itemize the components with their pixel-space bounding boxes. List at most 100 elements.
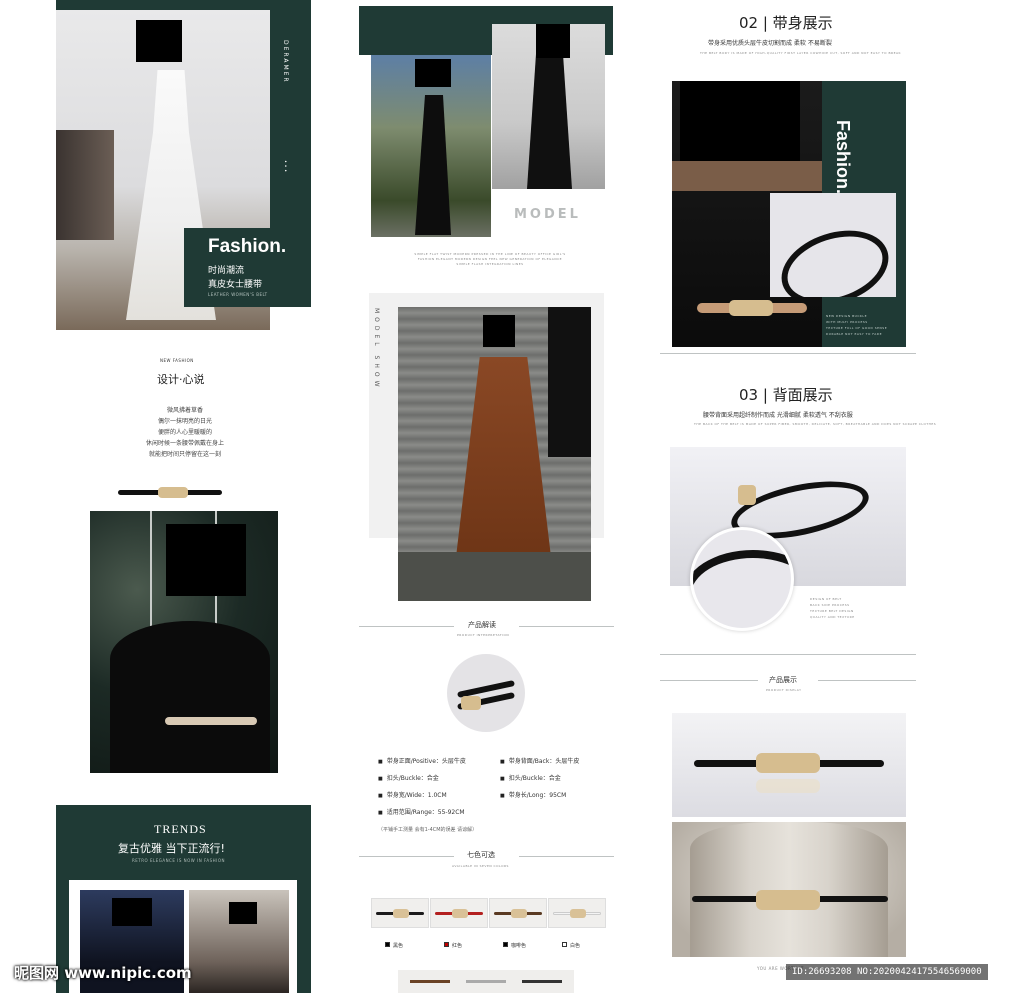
black-jumpsuit (527, 54, 572, 189)
display-subtitle: PRODUCT DISPLAY (766, 688, 802, 692)
color-name: 红色 (452, 943, 463, 949)
black-dress-body (110, 621, 270, 773)
sec02-inset-photo (770, 193, 896, 297)
black-gown (415, 95, 451, 235)
sec02-buckle (729, 300, 773, 316)
sec03-caption: THE BACK OF THE BELT IS MADE OF SUPER FI… (694, 422, 937, 426)
hero-sub1: 时尚潮流 (208, 266, 245, 276)
hero-sub3: LEATHER WOMEN'S BELT (208, 292, 268, 297)
color-swatch-item[interactable] (371, 898, 429, 928)
black-dress-photo (90, 511, 278, 773)
belt-product-image (118, 486, 222, 500)
face-censor (536, 24, 570, 58)
trends-photo-right (189, 890, 289, 993)
sec02-note: DURABLE NOT EASY TO FADE (826, 332, 882, 336)
section-divider (660, 353, 916, 354)
spec-range: 适用范围/Range：55-92CM (378, 807, 465, 816)
spec-back: 带身背面/Back：头层牛皮 (500, 756, 580, 765)
product-circle (447, 654, 525, 732)
trends-subtitle: 复古优雅 当下正流行! (118, 842, 225, 855)
interpretation-subtitle: PRODUCT INTERPRETATION (457, 633, 510, 637)
color-name: 咖啡色 (511, 943, 527, 949)
section-divider (519, 626, 614, 627)
color-swatch-label: 白色 (562, 942, 580, 949)
spec-positive: 带身正面/Positive：头层牛皮 (378, 756, 466, 765)
color-swatch-item[interactable] (430, 898, 488, 928)
design-line: 就能把时间只停留在这一刻 (148, 451, 221, 458)
color-swatch-item[interactable] (489, 898, 547, 928)
color-marker (444, 942, 449, 947)
model-label: MODEL (514, 207, 581, 222)
interpretation-title: 产品解读 (468, 621, 496, 629)
face-censor (415, 59, 451, 87)
section-divider (359, 856, 454, 857)
display-photo-top (672, 713, 906, 817)
colors-title: 七色可选 (467, 851, 495, 859)
design-line: 休闲时候一条腰带佩戴在身上 (145, 440, 224, 447)
dress-belt (165, 717, 257, 725)
sec03-title: 03 | 背面展示 (739, 386, 833, 404)
color-swatch-item[interactable] (548, 898, 606, 928)
color-swatch-label: 咖啡色 (503, 942, 526, 949)
section-divider (359, 626, 454, 627)
sec02-notes: NEW DESIGN BUCKLE WITH MULTI PROCESS TEX… (826, 313, 887, 337)
trends-title: TRENDS (154, 822, 207, 836)
side-model-blue (548, 307, 591, 457)
trends-caption: RETRO ELEGANCE IS NOW IN FASHION (132, 858, 225, 863)
watermark-left: 昵图网 www.nipic.com (14, 964, 192, 982)
model-photo-right (492, 24, 605, 189)
color-name: 白色 (570, 943, 581, 949)
color-marker (385, 942, 390, 947)
extra-swatch-row (398, 970, 574, 993)
section-divider (818, 680, 916, 681)
color-swatch-label: 红色 (444, 942, 462, 949)
spec-note: （平铺手工测量 会有1-4CM的误差 请谅解） (378, 827, 478, 833)
spec-buckle: 扣头/Buckle：合金 (378, 773, 439, 782)
section-divider (660, 654, 916, 655)
color-marker (503, 942, 508, 947)
design-line: 微风拂着草香 (166, 407, 203, 414)
design-line: 偶尔一抹明亮的日光 (157, 418, 212, 425)
face-censor (483, 315, 515, 347)
runway-floor (398, 552, 591, 601)
model-show-label: MODEL SHOW (373, 308, 380, 391)
spec-long: 带身长/Long：95CM (500, 790, 567, 799)
sec02-fashion-vert: Fashion. (833, 120, 853, 195)
sec03-note: QUALITY AND TEXTURE (810, 615, 855, 619)
design-title: 设计·心说 (157, 373, 205, 386)
model-caption-line: SIMPLE FLASH INTEGRATION LINES (456, 262, 524, 266)
hero-sub2: 真皮女士腰带 (208, 280, 263, 290)
sec02-caption: THE BELT BODY IS MADE OF HIGH-QUALITY FI… (700, 51, 901, 55)
face-censor (680, 81, 800, 161)
spec-buckle-2: 扣头/Buckle：合金 (500, 773, 561, 782)
sec03-zoom-circle (690, 527, 794, 631)
design-lines: 微风拂着草香 偶尔一抹明亮的日光 便胖的人心里暖暖的 休闲时候一条腰带佩戴在身上… (130, 405, 240, 460)
color-name: 黑色 (393, 943, 404, 949)
face-censor (166, 524, 246, 596)
display-title: 产品展示 (769, 676, 797, 684)
hero-fashion-title: Fashion. (208, 236, 287, 257)
sec02-title: 02 | 带身展示 (739, 14, 833, 32)
display-photo-mannequin (672, 822, 906, 957)
face-censor (112, 898, 152, 926)
neck-detail (672, 161, 822, 191)
face-censor (229, 902, 257, 924)
brown-dress (456, 357, 551, 557)
design-badge: NEW FASHION (160, 358, 194, 363)
watermark-right: ID:26693208 NO:20200424175546569000 (786, 964, 988, 980)
design-line: 便胖的人心里暖暖的 (157, 429, 212, 436)
spec-wide: 带身宽/Wide：1.0CM (378, 790, 447, 799)
hero-side-tag: DERAMER (282, 40, 289, 84)
sec02-subtitle: 带身采用优质头层牛皮切割而成 柔软 不易断裂 (708, 40, 832, 47)
brown-dress-photo (398, 307, 591, 601)
hero-side-dots: • • • (282, 160, 288, 173)
sec03-subtitle: 腰带背面采用超纤制作而成 光滑细腻 柔软透气 不刮衣服 (703, 412, 853, 419)
color-swatch-label: 黑色 (385, 942, 403, 949)
audience-shadow (56, 130, 114, 240)
model-photo-left (371, 55, 491, 237)
section-divider (519, 856, 614, 857)
face-censor (136, 20, 182, 62)
sec03-notes: DESIGN OF BELT BACK SIDE PROCESS TEXTURE… (810, 596, 855, 620)
colors-subtitle: AVAILABLE IN SEVEN COLORS (452, 864, 509, 868)
section-divider (660, 680, 758, 681)
